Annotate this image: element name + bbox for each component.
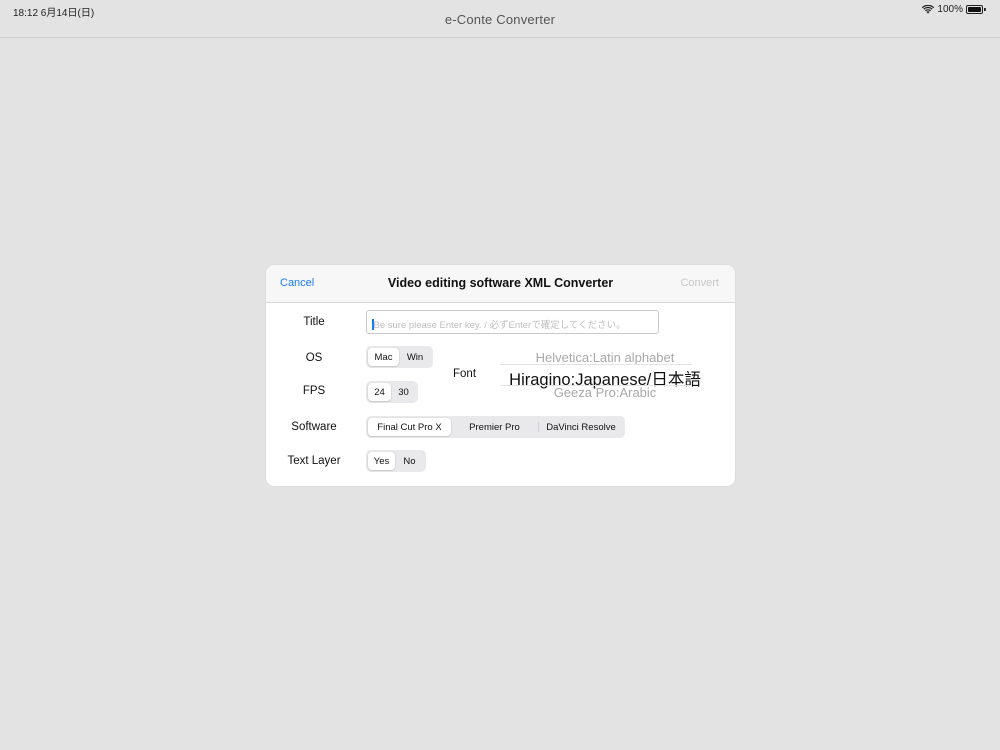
battery-percent: 100% xyxy=(937,4,963,15)
font-option-helvetica[interactable]: Helvetica:Latin alphabet xyxy=(498,350,712,365)
status-indicators: 100% xyxy=(922,4,986,15)
os-option-win[interactable]: Win xyxy=(399,348,431,366)
font-label: Font xyxy=(453,368,477,380)
software-option-premier-pro[interactable]: Premier Pro xyxy=(451,418,538,436)
picker-divider-top xyxy=(500,364,692,365)
title-label: Title xyxy=(303,316,325,328)
status-time: 18:12 6月14日(日) xyxy=(13,8,95,19)
os-segmented-control[interactable]: Mac Win xyxy=(366,346,433,368)
wifi-icon xyxy=(922,5,935,14)
fps-option-24[interactable]: 24 xyxy=(368,383,391,401)
sheet-title: Video editing software XML Converter xyxy=(387,276,614,290)
software-option-davinci-resolve[interactable]: DaVinci Resolve xyxy=(539,418,623,436)
software-option-final-cut-pro-x[interactable]: Final Cut Pro X xyxy=(368,418,451,436)
font-picker[interactable]: Helvetica:Latin alphabet Hiragino:Japane… xyxy=(498,349,712,405)
fps-segmented-control[interactable]: 24 30 xyxy=(366,381,418,403)
text-layer-option-no[interactable]: No xyxy=(395,452,424,470)
os-option-mac[interactable]: Mac xyxy=(368,348,399,366)
title-input[interactable]: Be sure please Enter key. / 必ずEnterで確定して… xyxy=(366,310,659,334)
convert-button[interactable]: Convert xyxy=(680,277,719,289)
os-label: OS xyxy=(305,352,323,364)
status-bar: 18:12 6月14日(日) 100% xyxy=(0,0,1000,20)
software-segmented-control[interactable]: Final Cut Pro X Premier Pro DaVinci Reso… xyxy=(366,416,625,438)
software-label: Software xyxy=(291,421,337,433)
text-layer-segmented-control[interactable]: Yes No xyxy=(366,450,426,472)
sheet-header: Cancel Video editing software XML Conver… xyxy=(266,265,735,303)
text-layer-option-yes[interactable]: Yes xyxy=(368,452,395,470)
converter-sheet: Cancel Video editing software XML Conver… xyxy=(266,265,735,486)
fps-label: FPS xyxy=(302,385,326,397)
title-placeholder: Be sure please Enter key. / 必ずEnterで確定して… xyxy=(373,320,626,331)
battery-icon xyxy=(966,5,986,14)
font-option-geeza[interactable]: Geeza Pro:Arabic xyxy=(498,385,712,400)
fps-option-30[interactable]: 30 xyxy=(391,383,416,401)
text-layer-label: Text Layer xyxy=(287,455,341,467)
